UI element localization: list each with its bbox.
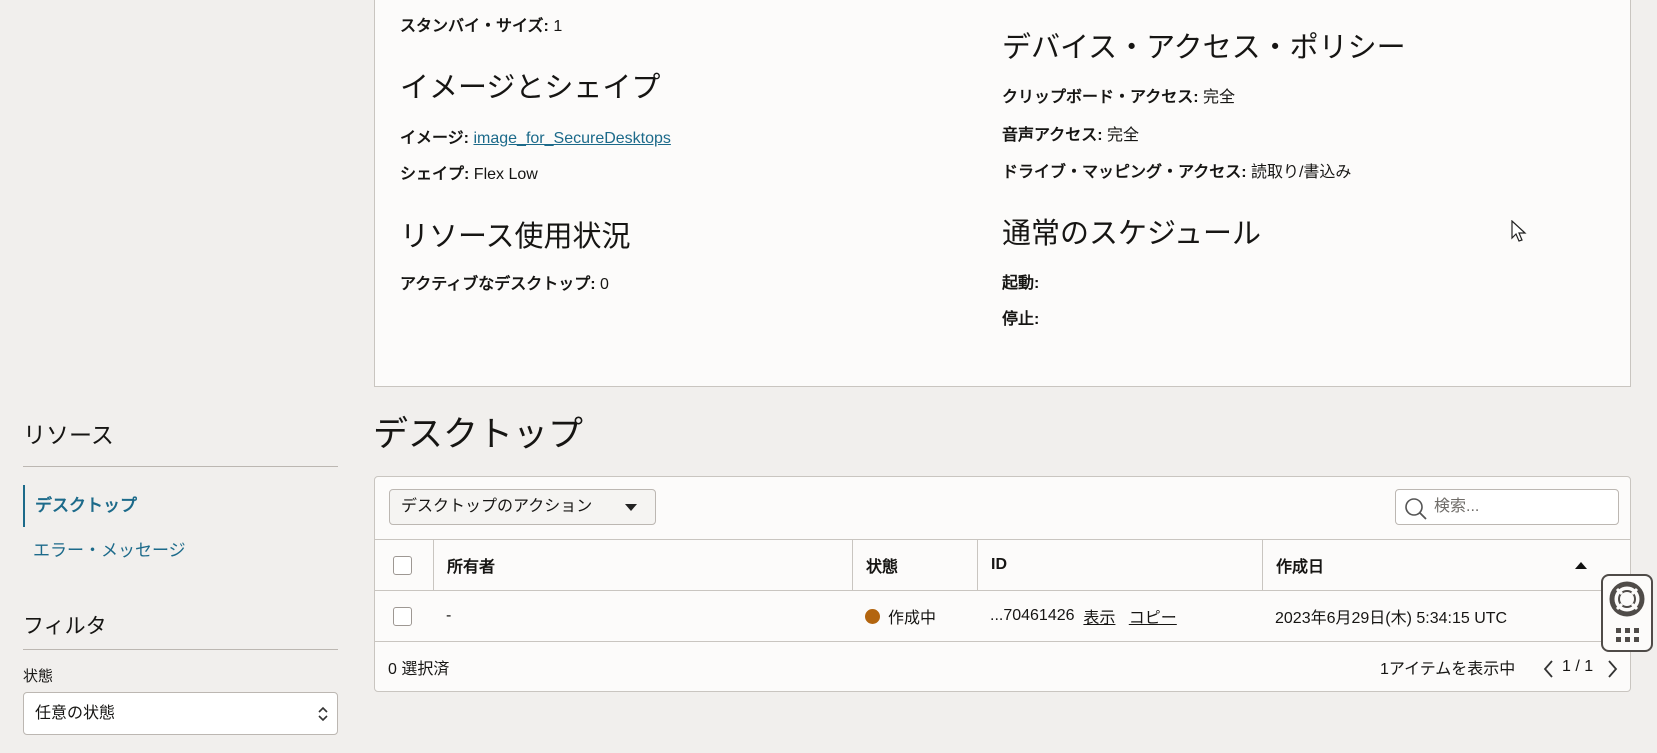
stop-label: 停止: bbox=[1002, 311, 1040, 328]
standby-size: スタンバイ・サイズ: 1 bbox=[400, 12, 562, 36]
usage-heading: リソース使用状況 bbox=[400, 221, 631, 253]
updown-chevron-icon bbox=[318, 706, 328, 722]
image-link[interactable]: image_for_SecureDesktops bbox=[473, 130, 670, 147]
start-label: 起動: bbox=[1002, 275, 1040, 292]
schedule-heading: 通常のスケジュール bbox=[1002, 218, 1261, 250]
drive-value: 読取り/書込み bbox=[1250, 164, 1352, 181]
start-field: 起動: bbox=[1002, 269, 1039, 293]
active-desktops: アクティブなデスクトップ: 0 bbox=[400, 270, 609, 294]
table-header: 所有者 状態 ID 作成日 bbox=[375, 539, 1630, 590]
state-cell: 作成中 bbox=[852, 591, 936, 641]
help-widget[interactable] bbox=[1601, 574, 1653, 652]
active-value: 0 bbox=[600, 276, 609, 293]
drive-access: ドライブ・マッピング・アクセス: 読取り/書込み bbox=[1002, 158, 1351, 182]
state-filter-select[interactable]: 任意の状態 bbox=[23, 692, 338, 735]
resources-heading: リソース bbox=[23, 422, 114, 448]
state-filter-value: 任意の状態 bbox=[35, 705, 116, 722]
audio-access: 音声アクセス: 完全 bbox=[1002, 121, 1139, 145]
column-state[interactable]: 状態 bbox=[852, 540, 977, 590]
caret-down-icon bbox=[625, 504, 637, 511]
drive-label: ドライブ・マッピング・アクセス: bbox=[1002, 164, 1247, 181]
divider bbox=[23, 466, 338, 467]
sort-ascending-icon[interactable] bbox=[1575, 562, 1587, 569]
desktop-actions-label: デスクトップのアクション bbox=[401, 498, 593, 515]
selected-count: 0 選択済 bbox=[388, 661, 450, 678]
image-field: イメージ: image_for_SecureDesktops bbox=[400, 124, 671, 148]
copy-id-link[interactable]: コピー bbox=[1129, 604, 1177, 628]
next-page-icon[interactable] bbox=[1607, 659, 1619, 679]
status-dot-icon bbox=[865, 608, 880, 624]
audio-label: 音声アクセス: bbox=[1002, 127, 1103, 144]
created-cell: 2023年6月29日(木) 5:34:15 UTC bbox=[1275, 610, 1508, 627]
policy-heading: デバイス・アクセス・ポリシー bbox=[1002, 32, 1406, 64]
standby-label: スタンバイ・サイズ: bbox=[400, 18, 549, 35]
column-created[interactable]: 作成日 bbox=[1262, 540, 1630, 590]
show-id-link[interactable]: 表示 bbox=[1083, 604, 1115, 628]
search-placeholder: 検索... bbox=[1434, 498, 1480, 515]
lifebuoy-icon[interactable] bbox=[1609, 581, 1645, 617]
search-input[interactable]: 検索... bbox=[1395, 489, 1619, 525]
sidebar-item-error-messages[interactable]: エラー・メッセージ bbox=[23, 530, 186, 572]
page-indicator: 1 / 1 bbox=[1562, 658, 1594, 675]
state-value: 作成中 bbox=[888, 610, 937, 627]
clipboard-access: クリップボード・アクセス: 完全 bbox=[1002, 83, 1235, 107]
filter-heading: フィルタ bbox=[23, 615, 107, 638]
clipboard-label: クリップボード・アクセス: bbox=[1002, 89, 1199, 106]
shape-field: シェイプ: Flex Low bbox=[400, 160, 538, 184]
desktops-heading: デスクトップ bbox=[373, 415, 584, 454]
owner-cell: - bbox=[446, 607, 452, 624]
stop-field: 停止: bbox=[1002, 305, 1039, 329]
items-showing: 1アイテムを表示中 bbox=[1380, 661, 1516, 678]
desktop-actions-button[interactable]: デスクトップのアクション bbox=[389, 489, 656, 525]
desktops-table-panel: デスクトップのアクション 検索... 所有者 状態 ID 作成日 - 作成中 .… bbox=[374, 476, 1631, 692]
sidebar-item-desktops[interactable]: デスクトップ bbox=[23, 485, 137, 527]
standby-value: 1 bbox=[553, 18, 563, 35]
divider bbox=[23, 649, 338, 650]
column-owner[interactable]: 所有者 bbox=[433, 540, 852, 590]
id-cell: ...70461426 表示 コピー bbox=[977, 591, 1177, 641]
column-created-label: 作成日 bbox=[1276, 559, 1325, 576]
state-filter-label: 状態 bbox=[23, 668, 54, 685]
audio-value: 完全 bbox=[1106, 127, 1139, 144]
search-icon bbox=[1405, 498, 1427, 520]
shape-value: Flex Low bbox=[473, 166, 538, 183]
image-shape-heading: イメージとシェイプ bbox=[400, 72, 661, 104]
image-label: イメージ: bbox=[400, 130, 470, 147]
clipboard-value: 完全 bbox=[1202, 89, 1235, 106]
table-row: - 作成中 ...70461426 表示 コピー 2023年6月29日(木) 5… bbox=[375, 590, 1630, 641]
row-checkbox[interactable] bbox=[393, 606, 412, 626]
active-label: アクティブなデスクトップ: bbox=[400, 276, 596, 293]
instance-pool-details-card: スタンバイ・サイズ: 1 イメージとシェイプ イメージ: image_for_S… bbox=[374, 0, 1631, 387]
column-id[interactable]: ID bbox=[977, 540, 1262, 590]
table-footer: 0 選択済 1アイテムを表示中 1 / 1 bbox=[375, 641, 1630, 692]
shape-label: シェイプ: bbox=[400, 166, 470, 183]
select-all-checkbox[interactable] bbox=[393, 555, 412, 575]
mouse-cursor-icon bbox=[1511, 220, 1527, 242]
apps-grid-icon[interactable] bbox=[1616, 628, 1640, 644]
id-value: ...70461426 bbox=[990, 607, 1075, 624]
